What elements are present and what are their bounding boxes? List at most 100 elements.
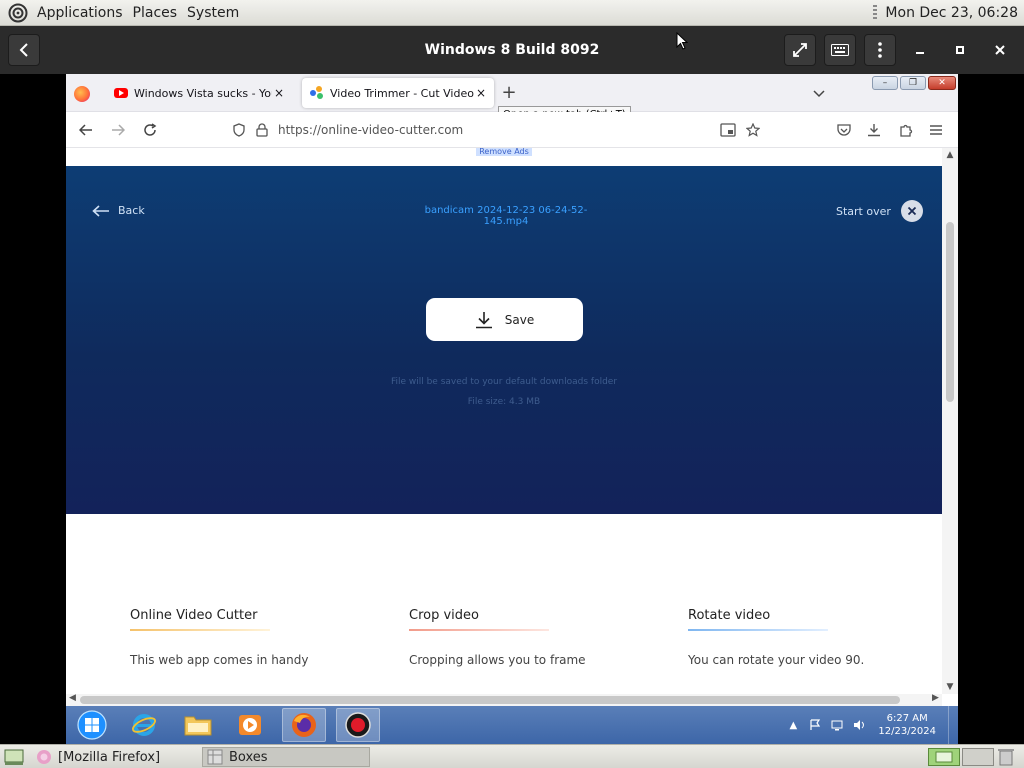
volume-icon[interactable] <box>852 719 866 731</box>
feature-title[interactable]: Crop video <box>409 608 649 629</box>
vertical-scroll-thumb[interactable] <box>946 222 954 402</box>
pocket-icon <box>837 123 851 136</box>
shield-icon[interactable] <box>232 123 246 137</box>
network-icon[interactable] <box>830 719 844 731</box>
workspace-2-icon[interactable] <box>962 748 994 766</box>
feature-underline <box>409 629 549 631</box>
remove-ads-peek[interactable]: Remove Ads <box>476 148 532 156</box>
show-desktop-button[interactable] <box>948 706 958 744</box>
gnome-bottom-panel: [Mozilla Firefox] Boxes <box>0 744 1024 768</box>
close-circle-icon[interactable] <box>900 200 923 222</box>
keyboard-icon <box>831 44 849 56</box>
vertical-scrollbar[interactable]: ▲ ▼ <box>942 148 958 694</box>
taskbar-firefox[interactable] <box>282 708 326 742</box>
taskbar-clock[interactable]: 6:27 AM 12/23/2024 <box>878 712 936 738</box>
save-button[interactable]: Save <box>426 298 583 341</box>
system-tray: ▲ 6:27 AM 12/23/2024 <box>782 706 937 744</box>
list-all-tabs-icon[interactable] <box>810 84 828 102</box>
applications-menu[interactable]: Applications <box>32 5 128 21</box>
tab-close-button[interactable]: × <box>272 86 286 100</box>
window-list-firefox[interactable]: [Mozilla Firefox] <box>32 747 200 767</box>
close-icon <box>995 45 1005 55</box>
kebab-menu-icon <box>878 42 882 58</box>
reload-icon <box>144 123 157 136</box>
fullscreen-button[interactable] <box>784 34 816 66</box>
panel-clock[interactable]: Mon Dec 23, 06:28 <box>885 5 1024 21</box>
gnome-top-panel: Applications Places System Mon Dec 23, 0… <box>0 0 1024 26</box>
app-menu-button[interactable] <box>926 120 946 140</box>
feature-card: Crop video Cropping allows you to frame <box>409 608 649 667</box>
horizontal-scrollbar[interactable]: ◀ ▶ <box>66 693 942 706</box>
taskbar-internet-explorer[interactable] <box>122 708 166 742</box>
lock-icon[interactable] <box>256 123 268 137</box>
extensions-button[interactable] <box>896 120 916 140</box>
tab-youtube[interactable]: Windows Vista sucks - YouTube × <box>106 78 292 108</box>
boxes-menu-button[interactable] <box>864 34 896 66</box>
scroll-down-arrow-icon[interactable]: ▼ <box>942 682 958 692</box>
downloads-button[interactable] <box>864 120 884 140</box>
places-menu[interactable]: Places <box>128 5 183 21</box>
firefox-icon <box>37 750 51 764</box>
maximize-button[interactable] <box>944 34 976 66</box>
feature-title[interactable]: Online Video Cutter <box>130 608 370 629</box>
tray-expand-icon[interactable]: ▲ <box>786 719 800 731</box>
back-label: Back <box>118 204 145 217</box>
keyboard-button[interactable] <box>824 34 856 66</box>
start-over-label: Start over <box>836 204 891 218</box>
tab-close-button[interactable]: × <box>474 86 488 100</box>
win-minimize-button[interactable]: – <box>872 76 898 90</box>
arrow-left-icon <box>92 204 109 217</box>
close-window-button[interactable] <box>984 34 1016 66</box>
tab-video-trimmer[interactable]: Video Trimmer - Cut Video Onl × <box>302 78 494 108</box>
back-button[interactable] <box>76 120 96 140</box>
horizontal-scroll-thumb[interactable] <box>80 696 900 704</box>
minimize-icon <box>916 52 924 54</box>
workspace-1-icon[interactable] <box>928 748 960 766</box>
firefox-icon <box>292 713 316 737</box>
url-bar[interactable]: https://online-video-cutter.com <box>226 117 770 143</box>
mouse-cursor-icon <box>676 32 688 50</box>
feature-description: You can rotate your video 90. <box>688 653 865 667</box>
scroll-up-arrow-icon[interactable]: ▲ <box>942 150 958 160</box>
show-desktop-icon[interactable] <box>4 748 24 766</box>
picture-in-picture-icon[interactable] <box>720 123 736 137</box>
feature-title[interactable]: Rotate video <box>688 608 928 629</box>
boxes-back-button[interactable] <box>8 34 40 66</box>
boxes-header-bar: Windows 8 Build 8092 <box>0 26 1024 74</box>
minimize-button[interactable] <box>904 34 936 66</box>
back-link[interactable]: Back <box>92 204 145 217</box>
feature-card: Online Video Cutter This web app comes i… <box>130 608 370 667</box>
video-trimmer-favicon-icon <box>310 86 324 100</box>
windows-taskbar: ▲ 6:27 AM 12/23/2024 <box>66 706 958 744</box>
bookmark-star-icon[interactable] <box>746 123 760 137</box>
pocket-button[interactable] <box>834 120 854 140</box>
action-center-flag-icon[interactable] <box>808 719 822 731</box>
win-close-button[interactable]: ✕ <box>928 76 956 90</box>
folder-icon <box>184 716 212 736</box>
taskbar-date: 12/23/2024 <box>878 726 936 737</box>
internet-explorer-icon <box>132 714 156 736</box>
arrow-right-icon <box>112 124 125 136</box>
system-menu[interactable]: System <box>182 5 244 21</box>
start-over-button[interactable]: Start over <box>836 200 923 222</box>
file-name: bandicam 2024-12-23 06-24-52-145.mp4 <box>424 205 588 227</box>
download-icon <box>475 311 492 328</box>
puzzle-icon <box>900 124 913 137</box>
firefox-view-icon[interactable] <box>74 86 90 102</box>
forward-button[interactable] <box>108 120 128 140</box>
win-restore-button[interactable]: ❐ <box>900 76 926 90</box>
debian-logo-icon[interactable] <box>8 3 28 23</box>
boxes-icon <box>207 749 223 765</box>
reload-button[interactable] <box>140 120 160 140</box>
taskbar-bandicam[interactable] <box>336 708 380 742</box>
web-page: Remove Ads Back bandicam 2024-12-23 06-2… <box>66 148 942 694</box>
window-list-boxes[interactable]: Boxes <box>202 747 370 767</box>
windows-start-button[interactable] <box>70 708 114 742</box>
taskbar-media-player[interactable] <box>228 708 272 742</box>
scroll-left-arrow-icon[interactable]: ◀ <box>69 693 76 703</box>
new-tab-button[interactable]: + <box>498 82 520 104</box>
vm-display[interactable]: Windows Vista sucks - YouTube × Video Tr… <box>0 74 1024 744</box>
taskbar-file-explorer[interactable] <box>176 708 220 742</box>
scroll-right-arrow-icon[interactable]: ▶ <box>932 693 939 703</box>
trash-icon[interactable] <box>996 748 1016 766</box>
